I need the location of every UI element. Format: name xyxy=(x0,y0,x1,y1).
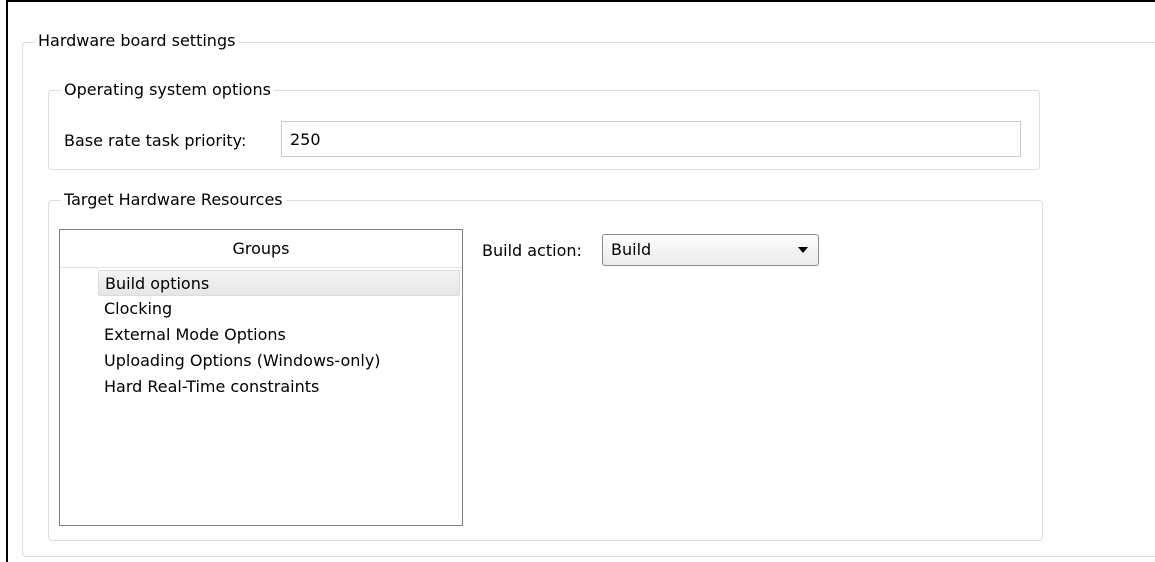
build-action-dropdown[interactable]: Build xyxy=(602,234,819,266)
group-item-external-mode-options[interactable]: External Mode Options xyxy=(98,322,460,348)
build-action-selected-value: Build xyxy=(611,240,652,259)
base-rate-task-priority-input[interactable] xyxy=(281,121,1021,157)
group-item-build-options[interactable]: Build options xyxy=(98,270,460,296)
chevron-down-icon xyxy=(798,247,808,253)
groups-list-panel[interactable]: Groups Build options Clocking External M… xyxy=(59,229,463,526)
groups-list-header: Groups xyxy=(60,230,462,268)
operating-system-options-title: Operating system options xyxy=(61,80,274,100)
target-hardware-resources-title: Target Hardware Resources xyxy=(61,190,286,210)
groups-list: Build options Clocking External Mode Opt… xyxy=(98,270,460,400)
base-rate-task-priority-label: Base rate task priority: xyxy=(64,131,247,150)
hardware-board-settings-title: Hardware board settings xyxy=(35,31,239,51)
group-item-clocking[interactable]: Clocking xyxy=(98,296,460,322)
build-action-label: Build action: xyxy=(482,241,582,260)
group-item-hard-real-time-constraints[interactable]: Hard Real-Time constraints xyxy=(98,374,460,400)
group-item-uploading-options[interactable]: Uploading Options (Windows-only) xyxy=(98,348,460,374)
